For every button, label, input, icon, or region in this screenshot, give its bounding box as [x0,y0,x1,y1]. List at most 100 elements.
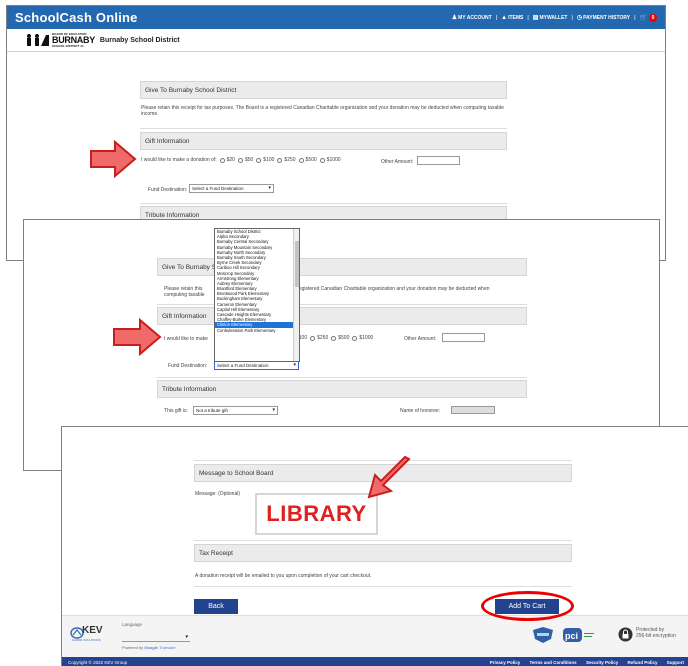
divider [140,128,507,129]
fund-option-list: Burnaby School District Alpha Secondary Bu… [215,229,299,333]
history-icon: ◷ [576,15,583,21]
radio-500[interactable] [331,335,337,341]
logo-district-text: SCHOOL DISTRICT 41 [52,43,84,48]
kev-tagline: KARMA SOLUTIONS [72,638,101,642]
radio-100[interactable] [256,157,262,163]
receipt-note: Please retain this receipt for tax purpo… [141,105,504,117]
red-arrow-icon [367,455,411,499]
refund-policy-link[interactable]: Refund Policy [627,660,657,665]
other-amount-input[interactable] [417,156,460,165]
brand-title: SchoolCash Online [15,10,138,25]
encryption-note: Protected by 256-bit encryption [636,627,676,639]
privacy-policy-link[interactable]: Privacy Policy [490,660,521,665]
tax-receipt-section-header: Tax Receipt [194,544,572,562]
security-policy-link[interactable]: Security Policy [586,660,618,665]
cart-icon: 🛒 [639,14,647,21]
kev-logo-text: KEV [82,625,103,636]
chevron-down-icon: ▾ [293,362,296,368]
language-select[interactable]: ▾ [122,633,190,642]
receipt-note-tail: is a registered Canadian Charitable orga… [288,286,490,292]
language-label: Language [122,622,143,627]
support-link[interactable]: Support [667,660,684,665]
divider [194,540,572,541]
radio-250[interactable] [310,335,316,341]
red-arrow-icon [113,318,162,356]
pci-logo-icon: pci [563,628,594,642]
honoree-label: Name of honoree: [400,408,441,414]
tax-receipt-note: A donation receipt will be emailed to yo… [195,573,372,579]
radio-1000[interactable] [319,157,325,163]
footer-links: Privacy Policy Terms and Conditions Secu… [482,660,684,665]
fund-destination-label: Fund Destination: [148,187,188,193]
copyright-text: Copyright © 2022 KEV Group [68,659,128,665]
gift-section-header: Gift Information [157,307,527,325]
other-amount-input[interactable] [442,333,485,342]
divider [194,586,572,587]
items-link[interactable]: ▲ITEMS [501,15,523,21]
page-footer: KEV KARMA SOLUTIONS Language ▾ Powered b… [62,615,688,658]
tribute-select[interactable]: Not a tribute gift ▾ [193,406,278,415]
nav-separator: | [634,14,636,21]
payment-history-link[interactable]: ◷PAYMENT HISTORY [577,14,630,21]
chevron-down-icon: ▾ [272,407,275,413]
message-textarea[interactable]: LIBRARY [255,493,378,535]
receipt-note-line2: computing taxable [164,292,205,298]
radio-500[interactable] [298,157,304,163]
give-section-header: Give To Burnaby School District [140,81,507,99]
tribute-label: This gift is: [164,408,188,414]
radio-1000[interactable] [352,335,358,341]
radio-50[interactable] [237,157,243,163]
nav-separator: | [571,14,573,21]
burnaby-logo: BOARD OF EDUCATION BURNABY SCHOOL DISTRI… [25,32,95,48]
red-arrow-icon [90,140,137,178]
wallet-icon: ▤ [532,15,539,21]
cart-count-badge: 0 [649,13,657,22]
fund-destination-select[interactable]: Select a Fund Destination ▾ [214,361,299,370]
screenshot-panel-bottom: Message to School Board Message: (Option… [61,426,688,666]
svg-text:pci: pci [565,631,578,641]
powered-by-label: Powered by Google Translate [122,645,176,650]
chevron-down-icon: ▾ [268,185,271,191]
fund-destination-select[interactable]: Select a Fund Destination ▾ [189,184,274,193]
gift-section-header: Gift Information [140,132,507,150]
items-icon: ▲ [501,14,508,21]
fund-destination-label: Fund Destination: [168,363,208,369]
message-label: Message: (Optional) [195,491,241,497]
donation-amount-radios: I would like to make a donation of: $20 … [141,157,341,163]
highlight-circle [481,591,574,621]
divider [140,203,507,204]
dropdown-scrollbar[interactable] [293,229,299,361]
shield-badge-icon [533,627,553,643]
donation-prompt: I would like to make a donation of: [141,157,217,163]
account-nav: ♟MY ACCOUNT | ▲ITEMS | ▤MYWALLET | ◷PAYM… [452,13,657,22]
district-logo-icon [27,34,49,46]
chevron-down-icon: ▾ [185,634,188,640]
back-button[interactable]: Back [194,599,238,614]
other-amount-label: Other Amount: [404,336,437,342]
footer-bar: Copyright © 2022 KEV Group Privacy Polic… [62,657,688,666]
district-bar: BOARD OF EDUCATION BURNABY SCHOOL DISTRI… [7,29,665,52]
my-account-link[interactable]: ♟MY ACCOUNT [452,14,492,21]
tribute-section-header: Tribute Information [157,380,527,398]
lock-icon [618,627,633,642]
give-section-header: Give To Burnaby School District [157,258,527,276]
terms-link[interactable]: Terms and Conditions [530,660,577,665]
nav-separator: | [495,14,498,21]
person-icon: ♟ [451,15,458,21]
other-amount-label: Other Amount: [381,159,414,165]
donation-amount-radios: $100 $250 $500 $1000 [296,335,374,341]
radio-20[interactable] [219,157,225,163]
divider [157,304,527,305]
donation-prompt: I would like to make [164,336,208,342]
top-navigation-bar: SchoolCash Online ♟MY ACCOUNT | ▲ITEMS |… [7,6,665,29]
fund-destination-dropdown-list[interactable]: Burnaby School District Alpha Secondary Bu… [214,228,300,362]
scrollbar-thumb[interactable] [295,241,299,287]
radio-250[interactable] [277,157,283,163]
mywallet-link[interactable]: ▤MYWALLET [533,14,568,21]
divider [157,377,527,378]
fund-option[interactable]: Confederation Park Elementary [215,328,299,333]
cart-link[interactable]: 🛒 0 [639,13,657,22]
honoree-input[interactable] [451,406,495,414]
district-name: Burnaby School District [99,36,180,44]
translate-link[interactable]: Translate [159,645,176,650]
